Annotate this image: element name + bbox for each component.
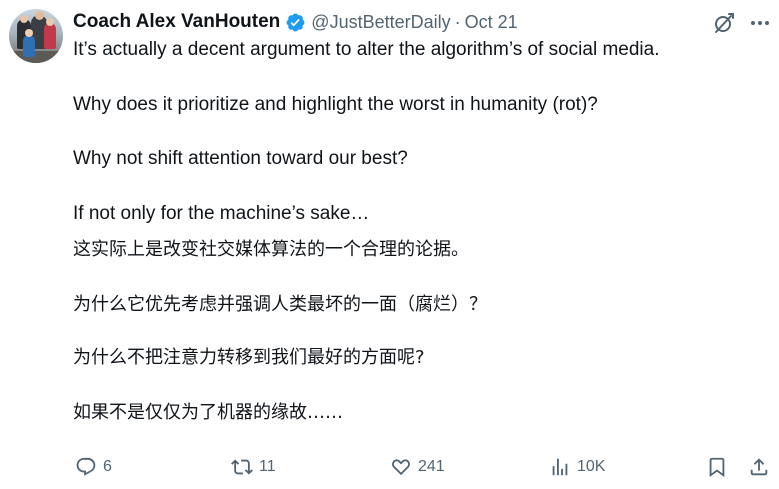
author-name[interactable]: Coach Alex VanHouten (73, 11, 280, 33)
verified-badge-icon[interactable] (285, 12, 306, 33)
repost-button[interactable]: 11 (231, 452, 276, 482)
tweet-header: Coach Alex VanHouten @JustBetterDaily · … (73, 9, 518, 35)
post-date[interactable]: Oct 21 (465, 12, 518, 33)
post-text-line: 这实际上是改变社交媒体算法的一个合理的论据。 (73, 239, 469, 260)
share-button[interactable] (748, 452, 770, 482)
avatar[interactable] (9, 9, 63, 63)
reply-button[interactable]: 6 (75, 452, 112, 482)
post-text-line: 如果不是仅仅为了机器的缘故…… (73, 402, 343, 423)
like-button[interactable]: 241 (390, 452, 445, 482)
repost-count: 11 (259, 458, 276, 475)
post-text-line: 为什么不把注意力转移到我们最好的方面呢? (73, 347, 425, 368)
grok-icon[interactable] (712, 11, 736, 35)
repost-icon (231, 456, 253, 478)
more-icon[interactable] (747, 11, 773, 35)
post-text-line: If not only for the machine’s sake… (73, 203, 370, 224)
like-count: 241 (418, 458, 445, 475)
views-button[interactable]: 10K (549, 452, 605, 482)
post-text-line: 为什么它优先考虑并强调人类最坏的一面（腐烂）？ (73, 294, 487, 315)
reply-count: 6 (103, 458, 112, 475)
tweet: Coach Alex VanHouten @JustBetterDaily · … (0, 0, 779, 489)
views-icon (549, 456, 571, 478)
separator-dot: · (454, 11, 461, 32)
author-handle[interactable]: @JustBetterDaily (311, 12, 450, 33)
reply-icon (75, 456, 97, 478)
bookmark-button[interactable] (706, 452, 728, 482)
views-count: 10K (577, 458, 606, 475)
heart-icon (390, 456, 412, 478)
post-text-line: It’s actually a decent argument to alter… (73, 39, 660, 60)
action-bar: 6 11 241 10K (73, 452, 773, 482)
post-text-line: Why does it prioritize and highlight the… (73, 94, 598, 115)
post-text-line: Why not shift attention toward our best? (73, 148, 408, 169)
share-icon (748, 456, 770, 478)
bookmark-icon (706, 456, 728, 478)
